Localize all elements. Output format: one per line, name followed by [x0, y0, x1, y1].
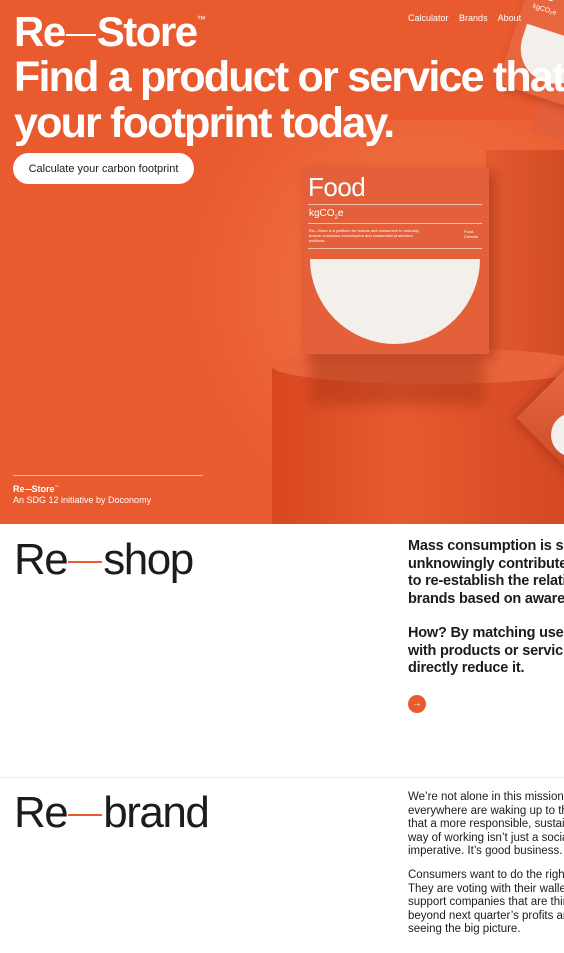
food-box-category: Food Cereals — [464, 229, 478, 239]
background-pillar — [486, 150, 564, 380]
reshop-paragraph-2: How? By matching user with products or s… — [408, 625, 564, 676]
rebrand-title: Re brand — [14, 788, 210, 837]
initiative-text: An SDG 12 initiative by Doconomy — [13, 495, 152, 505]
hero-section: Fo kgCO₂e Food kgCO2e Re—Store is a plat… — [0, 0, 564, 524]
food-box-rule-3 — [308, 248, 482, 249]
nav-item-calculator[interactable]: Calculator — [408, 13, 449, 23]
restore-logo[interactable]: Re Store™ — [14, 8, 205, 56]
food-box-rule — [308, 204, 482, 205]
food-box-description: Re—Store is a platform for brands and co… — [309, 228, 419, 243]
food-box-title: Food — [308, 172, 366, 202]
section-divider — [0, 777, 564, 778]
calculate-footprint-button[interactable]: Calculate your carbon footprint — [13, 153, 194, 184]
rebrand-paragraph-1: We’re not alone in this mission. E every… — [408, 791, 564, 857]
diamond-disc — [551, 412, 564, 457]
headline-line-1: Find a product or service that — [14, 53, 564, 101]
reshop-arrow-button[interactable]: → — [408, 695, 426, 713]
food-box-unit: kgCO2e — [309, 208, 344, 221]
food-product-box: Food kgCO2e Re—Store is a platform for b… — [302, 168, 489, 354]
reshop-dash — [68, 561, 103, 564]
headline-line-2: your footprint today. — [14, 99, 395, 147]
rebrand-dash — [68, 814, 103, 817]
rebrand-paragraph-2: Consumers want to do the right They are … — [408, 869, 564, 935]
reshop-paragraph-1: Mass consumption is so unknowingly contr… — [408, 538, 564, 607]
nav-item-brands[interactable]: Brands — [459, 13, 488, 23]
footer-logo: Re Store™ — [13, 484, 59, 494]
top-nav: Calculator Brands About — [408, 13, 529, 23]
food-box-rule-2 — [308, 223, 482, 224]
nav-item-about[interactable]: About — [498, 13, 522, 23]
small-box-unit: kgCO₂e — [531, 2, 558, 18]
hero-headline: Find a product or service that your foot… — [14, 54, 564, 146]
food-box-disc — [310, 259, 480, 344]
logo-dash — [65, 33, 96, 36]
box-shadow — [310, 355, 485, 405]
hero-footer-rule — [13, 475, 203, 476]
reshop-title: Re shop — [14, 535, 194, 584]
